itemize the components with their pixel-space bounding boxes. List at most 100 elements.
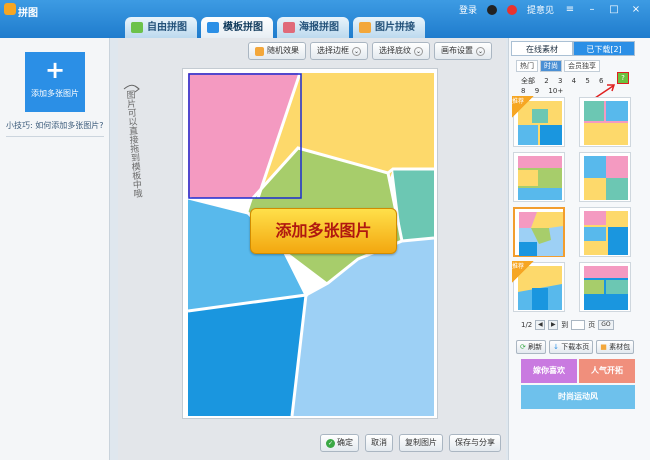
tip-link[interactable]: 小技巧: 如何添加多张图片?	[6, 120, 103, 131]
count-8[interactable]: 8	[521, 87, 525, 95]
select-pattern-button[interactable]: 选择底纹 ⌄	[372, 42, 430, 60]
tab-label: 自由拼图	[147, 22, 187, 33]
template-thumb[interactable]	[579, 207, 631, 257]
menu-icon[interactable]: ≡	[564, 4, 576, 16]
thumbnail-pager: 1/2 ◀ ▶ 到 页 GO	[521, 320, 614, 330]
select-pattern-label: 选择底纹	[379, 46, 411, 55]
free-collage-icon	[131, 22, 143, 33]
save-share-label: 保存与分享	[455, 438, 495, 447]
subtab-fashion[interactable]: 时尚	[540, 60, 562, 72]
refresh-icon: ⟳	[520, 343, 526, 351]
material-tabs: 在线素材 已下载[2]	[511, 41, 635, 56]
save-share-button[interactable]: 保存与分享	[449, 434, 501, 452]
dice-icon	[255, 46, 264, 56]
template-thumb[interactable]	[513, 152, 565, 202]
confirm-label: 确定	[337, 438, 353, 447]
recommend-ribbon: 推荐	[512, 96, 534, 118]
canvas-settings-button[interactable]: 画布设置 ⌄	[434, 42, 492, 60]
download-icon: ↓	[553, 343, 559, 351]
page-input[interactable]	[571, 320, 586, 330]
select-border-label: 选择边框	[317, 46, 349, 55]
qq-icon[interactable]	[486, 4, 497, 15]
goto-label: 到	[561, 321, 569, 329]
package-icon: ■	[600, 343, 607, 351]
template-thumb[interactable]: 推荐	[512, 261, 565, 312]
template-thumb[interactable]	[579, 97, 631, 147]
subtab-hot[interactable]: 热门	[516, 60, 538, 72]
count-row-2: 8 9 10+	[521, 86, 641, 96]
add-images-button[interactable]: + 添加多张图片	[25, 52, 85, 112]
canvas-settings-label: 画布设置	[441, 46, 473, 55]
page-indicator: 1/2	[521, 321, 533, 329]
chevron-down-icon: ⌄	[352, 46, 361, 56]
select-border-button[interactable]: 选择边框 ⌄	[310, 42, 368, 60]
cancel-button[interactable]: 取消	[365, 434, 393, 452]
tab-label: 海报拼图	[299, 22, 339, 33]
banner-sport[interactable]: 时尚运动风	[521, 385, 635, 409]
material-actions: ⟳ 刷新 ↓ 下载本页 ■ 素材包	[516, 340, 635, 354]
tab-free-collage[interactable]: 自由拼图	[125, 17, 197, 38]
random-effect-button[interactable]: 随机效果	[248, 42, 306, 60]
count-4[interactable]: 4	[572, 77, 576, 85]
subtab-vip[interactable]: 会员独享	[564, 60, 600, 72]
banner-popular[interactable]: 人气开拓	[579, 359, 635, 383]
template-collage-icon	[207, 22, 219, 33]
feedback-link[interactable]: 提意见	[527, 3, 554, 16]
ribbon-label: 推荐	[512, 98, 525, 105]
template-thumb-selected[interactable]	[513, 207, 565, 257]
thumb-layout	[584, 211, 628, 255]
tab-template-collage[interactable]: 模板拼图	[201, 17, 273, 38]
tab-label: 图片拼接	[375, 22, 415, 33]
chevron-down-icon: ⌄	[414, 46, 423, 56]
close-icon[interactable]: ×	[630, 4, 642, 16]
add-images-label: 添加多张图片	[31, 89, 79, 98]
confirm-button[interactable]: ✓ 确定	[320, 434, 359, 452]
download-page-label: 下载本页	[561, 343, 590, 351]
help-icon[interactable]: ?	[617, 72, 629, 84]
next-page-icon[interactable]: ▶	[548, 320, 559, 330]
bottom-actions: ✓ 确定 取消 复制图片 保存与分享	[320, 434, 501, 452]
count-2[interactable]: 2	[544, 77, 548, 85]
maximize-icon[interactable]: □	[608, 4, 620, 16]
tab-downloaded[interactable]: 已下载[2]	[573, 41, 635, 56]
thumb-layout	[584, 156, 628, 200]
tab-online-material[interactable]: 在线素材	[511, 41, 573, 56]
app-logo-icon	[4, 3, 16, 15]
count-all[interactable]: 全部	[521, 77, 535, 85]
weibo-icon[interactable]	[506, 4, 517, 15]
thumb-layout	[519, 212, 563, 256]
tab-poster-collage[interactable]: 海报拼图	[277, 17, 349, 38]
add-multiple-images-button[interactable]: 添加多张图片	[250, 208, 397, 254]
thumb-layout	[518, 156, 562, 200]
template-thumb[interactable]: 推荐	[512, 96, 565, 147]
tab-label: 模板拼图	[223, 22, 263, 33]
count-3[interactable]: 3	[558, 77, 562, 85]
copy-image-button[interactable]: 复制图片	[399, 434, 443, 452]
chevron-down-icon: ⌄	[476, 46, 485, 56]
template-thumb[interactable]	[579, 262, 631, 312]
top-right-bar: 登录 提意见 ≡ – □ ×	[459, 3, 642, 17]
ribbon-label: 推荐	[512, 263, 525, 270]
thumb-layout	[584, 101, 628, 145]
template-thumb[interactable]	[579, 152, 631, 202]
poster-collage-icon	[283, 22, 295, 33]
minimize-icon[interactable]: –	[586, 4, 598, 16]
count-5[interactable]: 5	[585, 77, 589, 85]
tab-image-stitch[interactable]: 图片拼接	[353, 17, 425, 38]
canvas-toolbar: 随机效果 选择边框 ⌄ 选择底纹 ⌄ 画布设置 ⌄	[248, 42, 492, 60]
material-pack-button[interactable]: ■ 素材包	[596, 340, 635, 354]
prev-page-icon[interactable]: ◀	[535, 320, 546, 330]
count-10plus[interactable]: 10+	[548, 87, 563, 95]
app-title: 拼图	[18, 8, 38, 19]
download-page-button[interactable]: ↓ 下载本页	[549, 340, 594, 354]
login-link[interactable]: 登录	[459, 3, 477, 16]
refresh-button[interactable]: ⟳ 刷新	[516, 340, 547, 354]
material-subtabs: 热门 时尚 会员独享	[516, 60, 600, 72]
go-button[interactable]: GO	[598, 320, 614, 330]
cell-blue[interactable]	[188, 295, 306, 416]
mode-tabs: 自由拼图 模板拼图 海报拼图 图片拼接	[125, 17, 425, 38]
copy-image-label: 复制图片	[405, 438, 437, 447]
count-9[interactable]: 9	[535, 87, 539, 95]
banner-cute[interactable]: 嫁你喜欢	[521, 359, 577, 383]
hand-note-text: 图片可以直接拖到模板中哦	[124, 89, 142, 199]
